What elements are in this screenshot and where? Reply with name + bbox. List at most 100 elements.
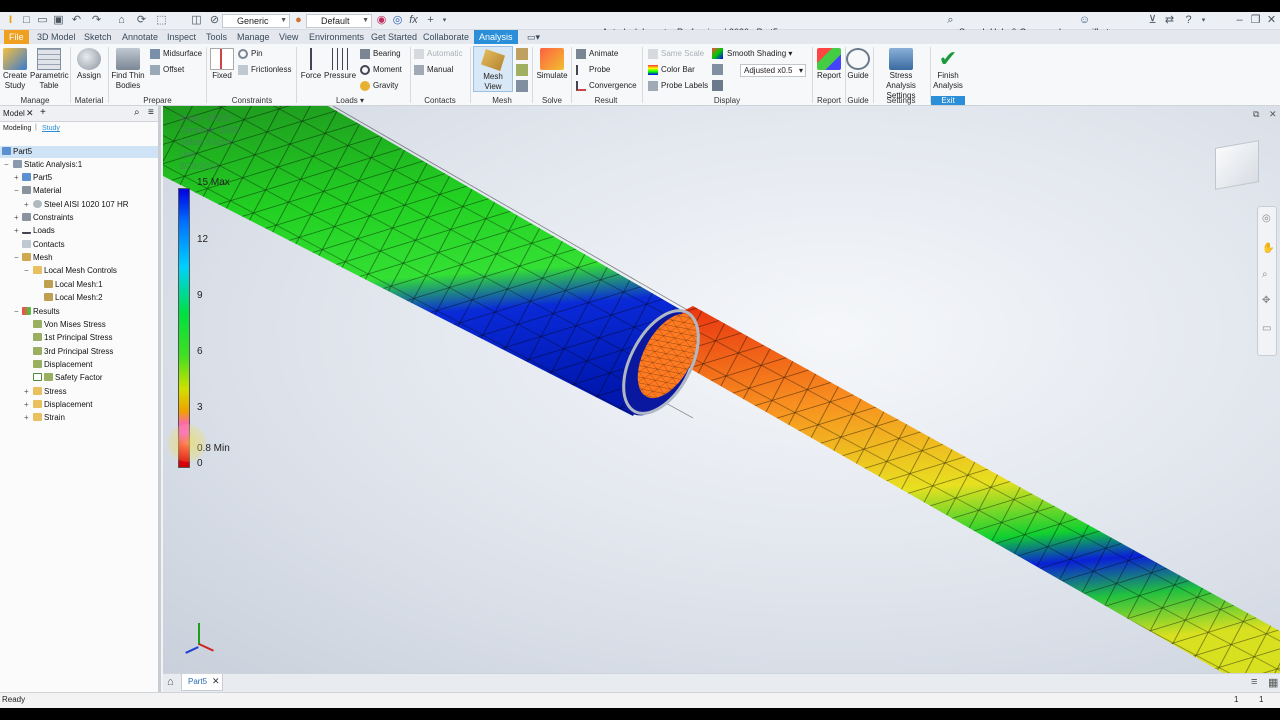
collapse-icon[interactable]: − (4, 159, 9, 171)
expand-icon[interactable]: + (14, 212, 19, 224)
inventor-logo-icon[interactable]: I (4, 14, 17, 27)
add-icon[interactable]: + (424, 14, 437, 27)
tab-annotate[interactable]: Annotate (117, 30, 163, 44)
bearing-load-button[interactable]: Bearing (360, 47, 401, 60)
graphics-viewport[interactable]: Index: 49292 Contacts: 3545 Safety Facto… (163, 106, 1280, 673)
search-icon[interactable]: ⌕ (134, 107, 140, 118)
customize-dropdown-icon[interactable]: ▾ (438, 14, 451, 27)
material-style-select[interactable]: Default ▼ (306, 14, 372, 28)
smooth-shading-icon[interactable] (712, 48, 723, 59)
look-at-icon[interactable]: ▭ (1262, 323, 1271, 334)
menu-icon[interactable]: ≡ (148, 107, 154, 118)
clear-appearance-icon[interactable]: ◎ (391, 14, 404, 27)
tab-tools[interactable]: Tools (201, 30, 232, 44)
finish-analysis-button[interactable]: ✔ Finish Analysis (932, 48, 964, 91)
local-mesh-control-icon[interactable] (516, 64, 528, 76)
tree-local-mesh-2[interactable]: Local Mesh:2 (44, 292, 103, 304)
tab-manage[interactable]: Manage (232, 30, 275, 44)
steering-wheel-icon[interactable]: ◎ (1262, 213, 1271, 224)
view-cube[interactable] (1215, 140, 1259, 190)
home-icon[interactable]: ⌂ (115, 14, 128, 27)
close-icon[interactable]: ✕ (1269, 109, 1277, 120)
select-icon[interactable]: ⬚ (155, 14, 168, 27)
stress-analysis-settings-button[interactable]: Stress Analysis Settings (874, 48, 928, 101)
tree-displacement[interactable]: Displacement (33, 359, 92, 371)
boundary-conditions-icon[interactable] (712, 80, 723, 91)
browser-title[interactable]: Model (3, 109, 25, 118)
expand-icon[interactable]: + (24, 386, 29, 398)
ribbon-options-icon[interactable]: ▭▾ (522, 30, 545, 44)
no-appearance-icon[interactable]: ⊘ (208, 14, 221, 27)
redo-icon[interactable]: ↷ (90, 14, 103, 27)
loads-panel-label[interactable]: Loads ▾ (330, 96, 370, 105)
close-icon[interactable]: ✕ (26, 108, 34, 119)
mesh-settings-icon[interactable] (516, 48, 528, 60)
probe-button[interactable]: Probe (576, 63, 610, 76)
tree-constraints[interactable]: Constraints (22, 212, 73, 224)
probe-labels-button[interactable]: Probe Labels (648, 79, 708, 92)
guide-button[interactable]: Guide (846, 48, 870, 81)
collapse-icon[interactable]: − (14, 306, 19, 318)
expand-icon[interactable]: + (24, 412, 29, 424)
layout-icon[interactable]: ▦ (1268, 676, 1278, 689)
animate-button[interactable]: Animate (576, 47, 618, 60)
automatic-contacts-button[interactable]: Automatic (414, 47, 463, 60)
tree-results[interactable]: Results (22, 306, 60, 318)
tab-analysis[interactable]: Analysis (474, 30, 518, 44)
save-icon[interactable]: ▣ (52, 14, 65, 27)
fx-parameters-icon[interactable]: fx (407, 14, 420, 27)
smooth-shading-select[interactable]: Smooth Shading ▾ (727, 47, 792, 60)
tree-1st-principal[interactable]: 1st Principal Stress (33, 332, 112, 344)
tree-steel[interactable]: Steel AISI 1020 107 HR (33, 199, 129, 211)
gravity-load-button[interactable]: Gravity (360, 79, 398, 92)
home-icon[interactable]: ⌂ (167, 676, 174, 688)
color-bar-button[interactable]: Color Bar (648, 63, 695, 76)
find-thin-bodies-button[interactable]: Find Thin Bodies (110, 48, 146, 91)
same-scale-button[interactable]: Same Scale (648, 47, 704, 60)
user-icon[interactable]: ☺ (1078, 14, 1091, 27)
expand-icon[interactable]: + (24, 199, 29, 211)
restore-icon[interactable]: ❐ (1249, 14, 1262, 27)
tree-local-mesh-1[interactable]: Local Mesh:1 (44, 279, 103, 291)
tab-get-started[interactable]: Get Started (366, 30, 422, 44)
tree-mesh[interactable]: Mesh (22, 252, 53, 264)
offset-button[interactable]: Offset (150, 63, 184, 76)
adjusted-scale-select[interactable]: Adjusted x0.5 ▾ (740, 64, 806, 77)
zoom-icon[interactable]: ◫ (190, 14, 203, 27)
close-icon[interactable]: ✕ (212, 676, 220, 687)
tab-environments[interactable]: Environments (304, 30, 369, 44)
orbit-icon[interactable]: ✥ (1262, 295, 1270, 306)
undo-icon[interactable]: ↶ (70, 14, 83, 27)
expand-icon[interactable]: + (14, 172, 19, 184)
cart-icon[interactable]: ⊻ (1146, 14, 1159, 27)
tree-static-analysis[interactable]: Static Analysis:1 (13, 159, 82, 171)
add-icon[interactable]: + (40, 107, 46, 118)
help-dropdown-icon[interactable]: ▾ (1197, 14, 1210, 27)
tree-stress[interactable]: Stress (33, 386, 67, 398)
mesh-view-button[interactable]: Mesh View (473, 46, 513, 92)
convergence-settings-icon[interactable] (516, 80, 528, 92)
frictionless-constraint-button[interactable]: Frictionless (238, 63, 291, 76)
doc-tab-part5[interactable]: Part5 ✕ (181, 674, 223, 691)
tab-3d-model[interactable]: 3D Model (32, 30, 81, 44)
tree-material[interactable]: Material (22, 185, 61, 197)
collapse-icon[interactable]: − (14, 185, 19, 197)
maximize-icon[interactable]: ⧉ (1253, 109, 1259, 120)
convergence-button[interactable]: Convergence (576, 79, 637, 92)
collapse-icon[interactable]: − (24, 265, 29, 277)
tree-strain[interactable]: Strain (33, 412, 65, 424)
moment-load-button[interactable]: Moment (360, 63, 402, 76)
material-sphere-icon[interactable]: ● (292, 14, 305, 27)
create-study-button[interactable]: Create Study (2, 48, 28, 91)
new-file-icon[interactable]: □ (20, 14, 33, 27)
adjust-appearance-icon[interactable]: ◉ (375, 14, 388, 27)
tab-inspect[interactable]: Inspect (162, 30, 201, 44)
collapse-icon[interactable]: − (14, 252, 19, 264)
pressure-load-button[interactable]: Pressure (324, 48, 356, 81)
force-load-button[interactable]: Force (298, 48, 324, 81)
fixed-constraint-button[interactable]: Fixed (208, 48, 236, 81)
parametric-table-button[interactable]: Parametric Table (30, 48, 69, 91)
appearance-select[interactable]: Generic ▼ (222, 14, 290, 28)
tab-sketch[interactable]: Sketch (79, 30, 117, 44)
expand-icon[interactable]: + (24, 399, 29, 411)
